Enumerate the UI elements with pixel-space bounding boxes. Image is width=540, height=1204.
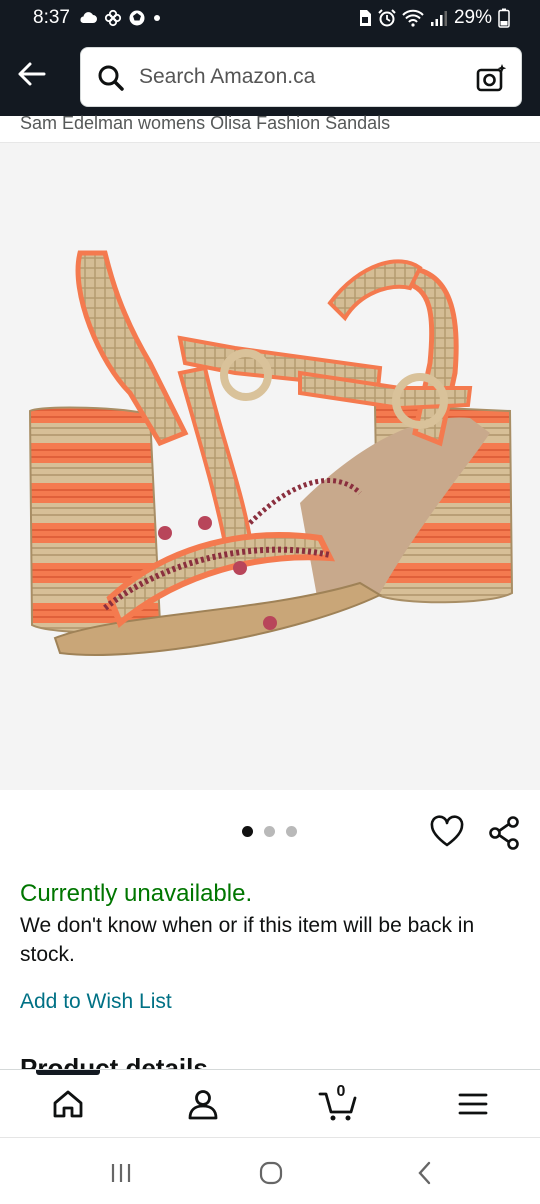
status-bar: 8:37 29% bbox=[0, 0, 540, 36]
alarm-icon bbox=[378, 9, 396, 27]
status-time: 8:37 bbox=[33, 7, 70, 28]
menu-icon bbox=[458, 1093, 488, 1115]
search-icon bbox=[98, 65, 124, 91]
product-title: Sam Edelman womens Olisa Fashion Sandals bbox=[20, 113, 391, 133]
home-icon bbox=[53, 1090, 83, 1118]
bottom-navigation bbox=[0, 1069, 540, 1137]
account-icon bbox=[188, 1090, 218, 1120]
system-navigation-bar bbox=[0, 1137, 540, 1204]
cart-count-badge: 0 bbox=[336, 1083, 346, 1100]
back-arrow-icon bbox=[18, 62, 46, 86]
sim-icon bbox=[359, 10, 371, 26]
add-to-wish-list-link[interactable]: Add to Wish List bbox=[20, 990, 172, 1014]
home-system-button[interactable] bbox=[256, 1158, 286, 1188]
cloud-icon bbox=[80, 12, 97, 23]
nav-menu-button[interactable] bbox=[455, 1086, 491, 1122]
search-bar[interactable]: Search Amazon.ca bbox=[80, 47, 522, 107]
nav-account-button[interactable] bbox=[185, 1086, 221, 1122]
product-image-sandal bbox=[28, 250, 514, 656]
status-notification-icons bbox=[78, 9, 162, 27]
carousel-dot-2[interactable] bbox=[264, 826, 275, 837]
stock-note: We don't know when or if this item will … bbox=[20, 914, 475, 966]
search-input[interactable]: Search Amazon.ca bbox=[139, 65, 315, 89]
wifi-icon bbox=[402, 9, 424, 27]
nav-home-button[interactable] bbox=[50, 1086, 86, 1122]
back-button[interactable] bbox=[14, 56, 50, 92]
active-tab-indicator bbox=[36, 1070, 100, 1075]
back-system-button[interactable] bbox=[410, 1158, 440, 1188]
share-icon bbox=[489, 816, 519, 850]
recent-apps-button[interactable] bbox=[106, 1158, 136, 1188]
pinwheel-icon bbox=[104, 9, 122, 27]
app-header: Search Amazon.ca bbox=[0, 36, 540, 116]
product-image-gallery[interactable] bbox=[0, 142, 540, 790]
product-details-heading: Product details bbox=[20, 1053, 208, 1069]
dot-icon bbox=[154, 15, 160, 21]
wishlist-heart-button[interactable] bbox=[430, 815, 464, 849]
recent-apps-icon bbox=[111, 1164, 131, 1182]
home-circle-icon bbox=[259, 1161, 283, 1185]
battery-percent: 29% bbox=[453, 7, 492, 28]
chevron-left-icon bbox=[418, 1161, 431, 1185]
share-button[interactable] bbox=[486, 815, 522, 851]
carousel-dot-3[interactable] bbox=[286, 826, 297, 837]
status-system-icons: 29% bbox=[358, 7, 510, 29]
signal-icon bbox=[430, 11, 447, 26]
availability-status: Currently unavailable. bbox=[20, 880, 253, 907]
camera-search-icon[interactable] bbox=[475, 62, 507, 94]
image-carousel-indicator[interactable] bbox=[242, 826, 297, 837]
carousel-dot-1[interactable] bbox=[242, 826, 253, 837]
heart-icon bbox=[430, 815, 464, 847]
sports-ball-icon bbox=[129, 10, 145, 26]
battery-icon bbox=[498, 8, 510, 28]
